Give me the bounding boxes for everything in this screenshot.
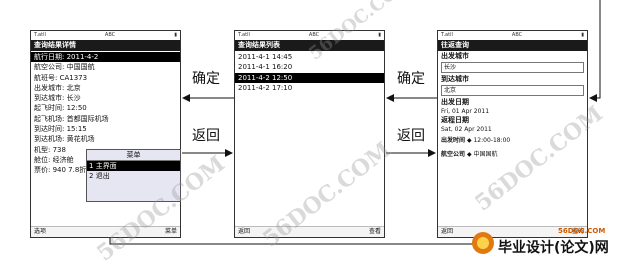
label-back-2: 返回 <box>397 128 425 144</box>
label-back-1: 返回 <box>192 128 220 144</box>
site-logo: 56DOC.COM 毕业设计(论文)网 <box>470 226 628 258</box>
logo-site: 56DOC.COM <box>558 227 606 235</box>
logo-icon <box>472 232 494 254</box>
label-confirm-2: 确定 <box>397 71 425 87</box>
arrow-return-loop <box>109 238 481 245</box>
logo-text: 毕业设计(论文)网 <box>498 240 609 256</box>
label-confirm-1: 确定 <box>192 71 220 87</box>
arrow-entry <box>589 0 601 102</box>
flow-arrows <box>109 0 601 245</box>
